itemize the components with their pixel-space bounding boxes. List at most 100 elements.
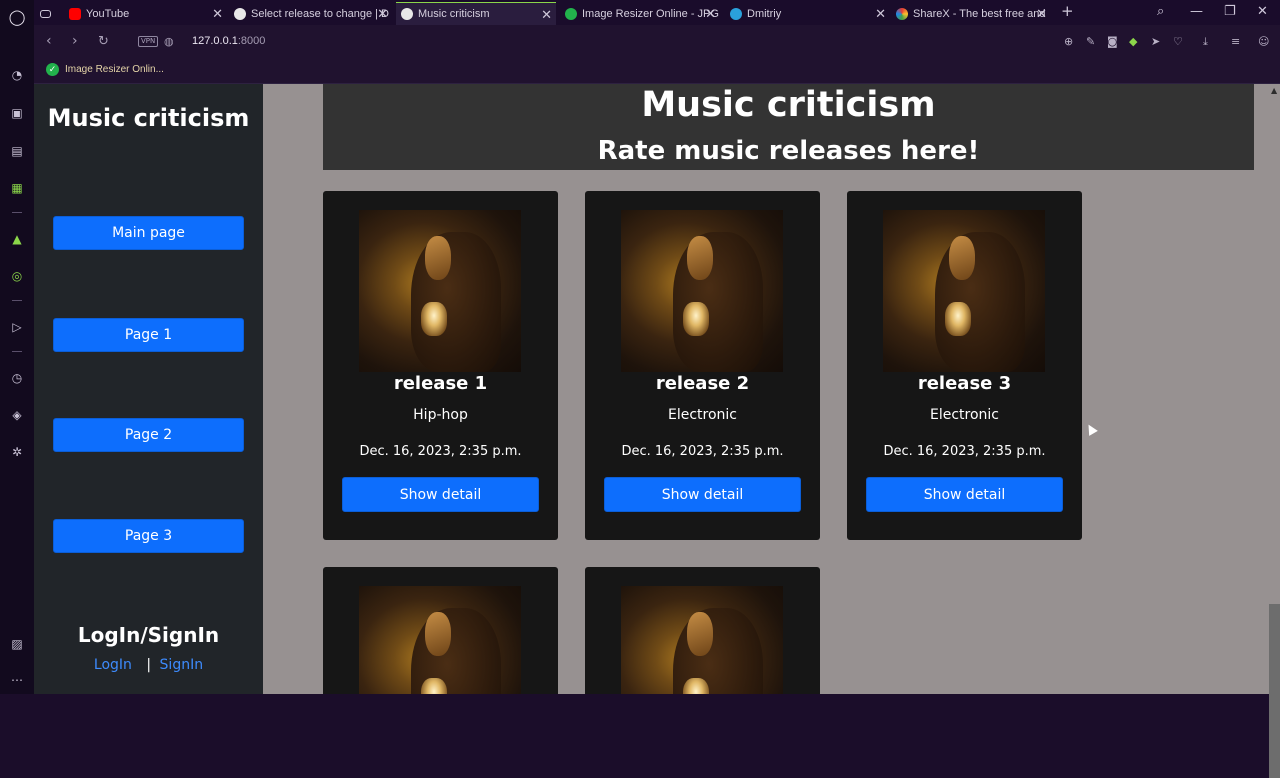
url-port: :8000: [237, 35, 266, 47]
auth-links: LogIn | SignIn: [34, 657, 263, 673]
login-heading: LogIn/SignIn: [77, 623, 220, 647]
release-date: Dec. 16, 2023, 2:35 p.m.: [359, 444, 522, 459]
browser-sidebar: ◯ ◔ ▣ ▤ ▦ ▲ ◎ ▷ ◷ ◈ ✲ ▨ ⋯: [0, 0, 34, 694]
release-card: release 1 Hip-hop Dec. 16, 2023, 2:35 p.…: [323, 191, 558, 540]
sidebar-divider: [12, 351, 22, 352]
new-tab-plus-icon[interactable]: +: [1061, 2, 1074, 20]
release-card: [323, 567, 558, 694]
edit-icon[interactable]: ✎: [1086, 35, 1095, 48]
history-icon[interactable]: ◷: [9, 370, 25, 386]
back-icon[interactable]: ‹: [46, 33, 52, 49]
page-2-button[interactable]: Page 2: [53, 418, 244, 452]
url-host: 127.0.0.1: [192, 35, 238, 47]
aria-icon[interactable]: ▦: [9, 180, 25, 196]
profile-icon[interactable]: ☺: [1258, 35, 1269, 48]
page-1-button[interactable]: Page 1: [53, 318, 244, 352]
close-icon[interactable]: ✕: [377, 6, 388, 22]
minimize-icon[interactable]: —: [1190, 4, 1203, 19]
album-cover-image[interactable]: [621, 586, 783, 694]
signin-link[interactable]: SignIn: [160, 657, 204, 673]
tab-label: Dmitriy: [747, 7, 782, 20]
close-icon[interactable]: ✕: [541, 7, 552, 23]
album-cover-image[interactable]: [883, 210, 1045, 372]
close-icon[interactable]: ✕: [705, 6, 716, 22]
wallpaper-icon[interactable]: ▨: [9, 636, 25, 652]
album-cover-image[interactable]: [359, 210, 521, 372]
release-card: release 3 Electronic Dec. 16, 2023, 2:35…: [847, 191, 1082, 540]
vpn-badge[interactable]: VPN: [138, 36, 159, 47]
tab-gamepad[interactable]: [40, 2, 58, 25]
send-icon[interactable]: ➤: [1151, 35, 1160, 48]
show-detail-button[interactable]: Show detail: [866, 477, 1063, 512]
camera-icon[interactable]: ◙: [1107, 35, 1118, 48]
tab-youtube[interactable]: YouTube ✕: [69, 2, 227, 25]
sidebar-divider: [12, 212, 22, 213]
player-icon[interactable]: ▷: [9, 319, 25, 335]
download-icon[interactable]: ⤓: [1203, 35, 1208, 49]
bookmark-image-resizer[interactable]: ✓ Image Resizer Onlin...: [46, 63, 164, 76]
opera-logo-icon[interactable]: ◯: [9, 8, 26, 26]
tab-image-resizer[interactable]: Image Resizer Online - JPG ✕: [565, 2, 720, 25]
tab-select-release[interactable]: Select release to change | D ✕: [234, 2, 392, 25]
address-bar-row: ‹ › ↻ VPN ◍ 127.0.0.1:8000 ⊕ ✎ ◙ ◆ ➤ ♡ ⤓…: [34, 25, 1280, 58]
page-3-button[interactable]: Page 3: [53, 519, 244, 553]
bookmark-label: Image Resizer Onlin...: [65, 64, 164, 75]
tab-label: YouTube: [86, 7, 130, 20]
easy-setup-icon[interactable]: ≡: [1231, 35, 1240, 48]
more-icon[interactable]: ⋯: [9, 672, 25, 688]
page-viewport: Music criticism Main page Page 1 Page 2 …: [34, 84, 1269, 694]
tab-label: Music criticism: [418, 8, 490, 20]
forward-icon[interactable]: ›: [72, 33, 78, 49]
page-title: Music criticism: [641, 85, 936, 125]
close-icon[interactable]: ✕: [212, 6, 223, 22]
shopping-bag-icon[interactable]: ▣: [9, 105, 25, 121]
release-name: release 2: [655, 373, 750, 394]
site-sidebar: Music criticism Main page Page 1 Page 2 …: [34, 84, 263, 694]
page-scrollbar[interactable]: ▲: [1269, 84, 1280, 778]
twitch-icon[interactable]: ▤: [9, 143, 25, 159]
scrollbar-thumb[interactable]: [1269, 604, 1280, 778]
reload-icon[interactable]: ↻: [98, 34, 109, 49]
settings-gear-icon[interactable]: ✲: [9, 444, 25, 460]
speed-dial-icon[interactable]: ◔: [9, 67, 25, 83]
tab-sharex[interactable]: ShareX - The best free and ✕: [896, 2, 1051, 25]
tab-label: Image Resizer Online - JPG: [582, 7, 719, 20]
sidebar-divider: [12, 300, 22, 301]
url-field[interactable]: 127.0.0.1:8000: [192, 35, 265, 47]
tab-telegram[interactable]: Dmitriy ✕: [730, 2, 890, 25]
close-window-icon[interactable]: ✕: [1257, 4, 1268, 19]
release-date: Dec. 16, 2023, 2:35 p.m.: [621, 444, 784, 459]
globe-icon: [234, 7, 246, 20]
page-banner: Music criticism Rate music releases here…: [323, 84, 1254, 170]
release-date: Dec. 16, 2023, 2:35 p.m.: [883, 444, 1046, 459]
release-genre: Electronic: [929, 407, 999, 423]
release-name: release 3: [917, 373, 1012, 394]
heart-icon[interactable]: ♡: [1173, 35, 1183, 48]
green-check-icon: ✓: [46, 63, 59, 76]
scroll-up-icon[interactable]: ▲: [1271, 86, 1277, 95]
zoom-icon[interactable]: ⊕: [1064, 35, 1073, 48]
site-info-globe-icon[interactable]: ◍: [164, 35, 174, 48]
shield-icon[interactable]: ◆: [1129, 35, 1137, 48]
album-cover-image[interactable]: [359, 586, 521, 694]
show-detail-button[interactable]: Show detail: [604, 477, 801, 512]
maximize-icon[interactable]: ❐: [1224, 4, 1236, 19]
album-cover-image[interactable]: [621, 210, 783, 372]
release-genre: Electronic: [667, 407, 737, 423]
close-icon[interactable]: ✕: [875, 6, 886, 22]
tab-bar: YouTube ✕ Select release to change | D ✕…: [34, 0, 1280, 25]
youtube-icon: [69, 7, 81, 20]
main-page-button[interactable]: Main page: [53, 216, 244, 250]
green-check-icon: [565, 7, 577, 20]
show-detail-button[interactable]: Show detail: [342, 477, 539, 512]
close-icon[interactable]: ✕: [1036, 6, 1047, 22]
search-tabs-icon[interactable]: ⌕: [1157, 4, 1164, 19]
tab-label: Select release to change | D: [251, 7, 389, 20]
tab-music-criticism[interactable]: Music criticism ✕: [396, 2, 556, 25]
telegram-icon: [730, 7, 742, 20]
extensions-cube-icon[interactable]: ◈: [9, 407, 25, 423]
chatgpt-icon[interactable]: ◎: [9, 268, 25, 284]
aria-ai-icon[interactable]: ▲: [9, 231, 25, 247]
release-genre: Hip-hop: [413, 407, 468, 423]
login-link[interactable]: LogIn: [94, 657, 132, 673]
